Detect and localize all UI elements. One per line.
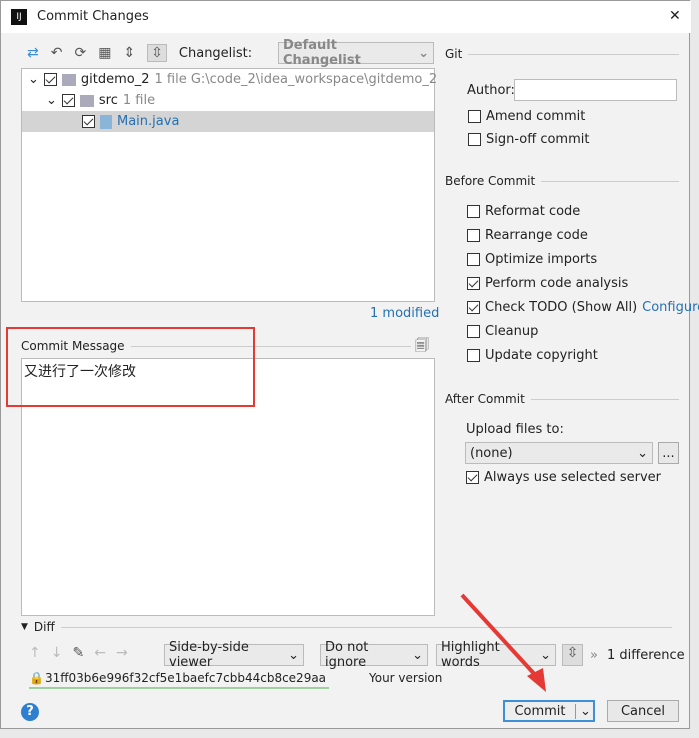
annotation-arrow (460, 593, 546, 692)
arrow-shaft (460, 593, 540, 680)
